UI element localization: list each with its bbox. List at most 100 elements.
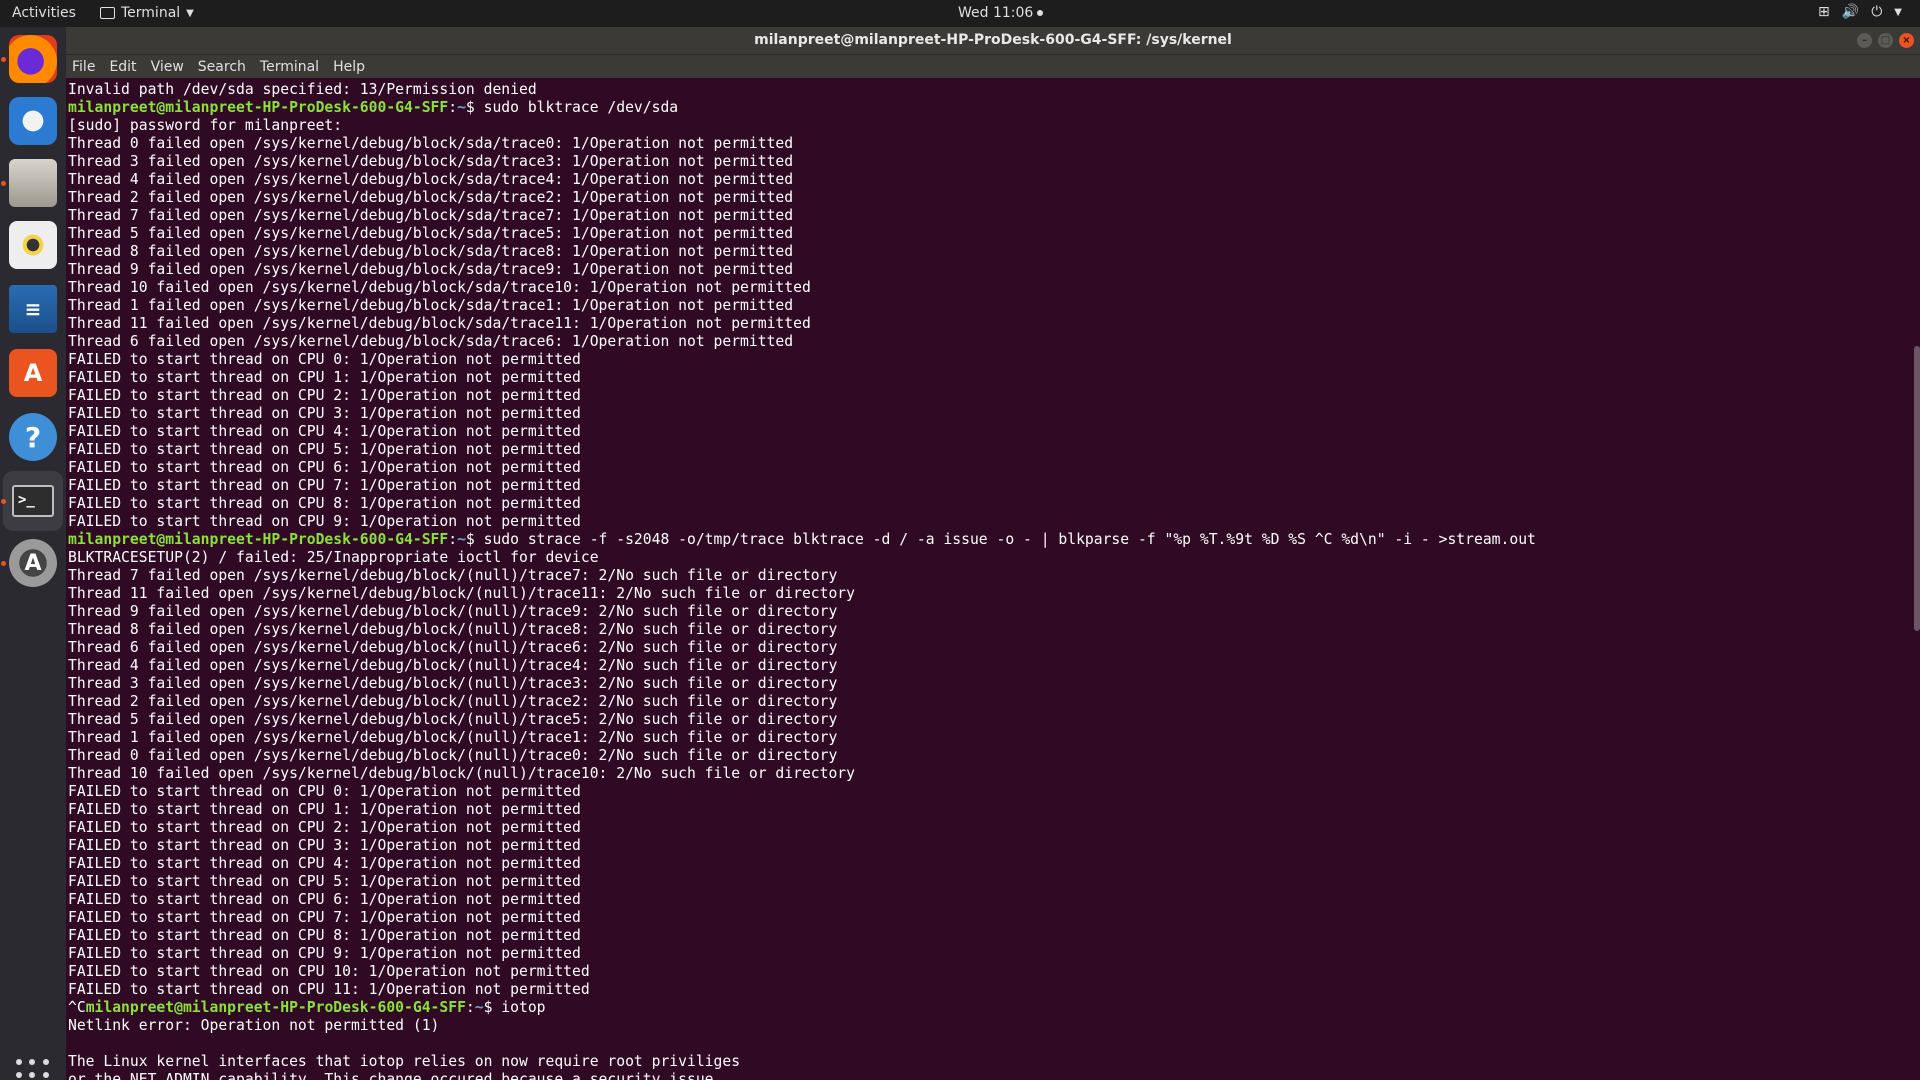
output-line: FAILED to start thread on CPU 6: 1/Opera… [68,891,581,908]
maximize-icon[interactable]: □ [1878,33,1893,48]
output-line: FAILED to start thread on CPU 1: 1/Opera… [68,369,581,386]
prompt-line: milanpreet@milanpreet-HP-ProDesk-600-G4-… [68,99,679,116]
system-tray[interactable]: ⊞ 🔊 ⏻ ▼ [1818,4,1902,20]
output-line: Thread 11 failed open /sys/kernel/debug/… [68,585,855,602]
running-indicator [1,57,6,62]
rhythmbox-icon[interactable] [9,221,57,269]
output-line: FAILED to start thread on CPU 6: 1/Opera… [68,459,581,476]
output-line: FAILED to start thread on CPU 7: 1/Opera… [68,477,581,494]
output-line: Thread 5 failed open /sys/kernel/debug/b… [68,225,794,242]
window-titlebar[interactable]: milanpreet@milanpreet-HP-ProDesk-600-G4-… [66,27,1920,55]
ubuntu-software-icon[interactable]: A [9,349,57,397]
output-line: FAILED to start thread on CPU 5: 1/Opera… [68,441,581,458]
output-line: Thread 2 failed open /sys/kernel/debug/b… [68,693,838,710]
close-icon[interactable]: × [1899,33,1914,48]
output-line: FAILED to start thread on CPU 8: 1/Opera… [68,927,581,944]
output-line: FAILED to start thread on CPU 8: 1/Opera… [68,495,581,512]
output-line: FAILED to start thread on CPU 0: 1/Opera… [68,783,581,800]
output-line: Thread 6 failed open /sys/kernel/debug/b… [68,333,794,350]
terminal-icon[interactable]: >_ [3,471,63,531]
output-line: Thread 11 failed open /sys/kernel/debug/… [68,315,811,332]
terminal-lines: Invalid path /dev/sda specified: 13/Perm… [68,81,1536,1080]
prompt-path: ~ [474,999,484,1016]
scrollbar[interactable] [1914,346,1920,631]
app-menu[interactable]: Terminal ▼ [100,5,194,21]
output-line: Thread 0 failed open /sys/kernel/debug/b… [68,135,794,152]
menu-terminal[interactable]: Terminal [260,59,319,75]
command-text: iotop [492,999,546,1016]
firefox-icon[interactable] [9,35,57,83]
running-indicator [1,181,6,186]
menu-bar: File Edit View Search Terminal Help [66,55,1920,78]
help-icon[interactable]: ? [9,413,57,461]
terminal-icon [100,7,115,19]
output-line: Invalid path /dev/sda specified: 13/Perm… [68,81,537,98]
prompt-path: ~ [457,99,466,116]
output-line: FAILED to start thread on CPU 0: 1/Opera… [68,351,581,368]
notification-dot-icon [1037,10,1044,16]
running-indicator [1,561,6,566]
clock-label: Wed 11:06 [958,5,1034,21]
output-line: FAILED to start thread on CPU 9: 1/Opera… [68,513,581,530]
output-line: or the NET_ADMIN capability. This change… [68,1071,714,1080]
output-line: Thread 3 failed open /sys/kernel/debug/b… [68,153,794,170]
volume-icon: 🔊 [1841,4,1860,20]
output-line: BLKTRACESETUP(2) / failed: 25/Inappropri… [68,549,599,566]
output-line: Thread 4 failed open /sys/kernel/debug/b… [68,171,794,188]
terminal-glyph: >_ [12,485,54,517]
output-line: FAILED to start thread on CPU 10: 1/Oper… [68,963,590,980]
minimize-icon[interactable]: – [1857,33,1872,48]
menu-help[interactable]: Help [333,59,365,75]
menu-file[interactable]: File [72,59,95,75]
chevron-down-icon: ▼ [186,7,194,19]
ctrl-c-echo: ^C [68,999,86,1016]
output-line: Thread 4 failed open /sys/kernel/debug/b… [68,657,838,674]
output-line: Thread 8 failed open /sys/kernel/debug/b… [68,243,794,260]
menu-view[interactable]: View [151,59,184,75]
output-line: FAILED to start thread on CPU 3: 1/Opera… [68,405,581,422]
dock: ≡ A ? >_ A [0,27,66,1080]
output-line: FAILED to start thread on CPU 4: 1/Opera… [68,855,581,872]
terminal-output[interactable]: Invalid path /dev/sda specified: 13/Perm… [66,78,1920,1080]
activities-button[interactable]: Activities [12,5,76,21]
files-icon[interactable] [9,159,57,207]
output-line: FAILED to start thread on CPU 11: 1/Oper… [68,981,590,998]
output-line: Netlink error: Operation not permitted (… [68,1017,440,1034]
output-line: The Linux kernel interfaces that iotop r… [68,1053,741,1070]
output-line: Thread 8 failed open /sys/kernel/debug/b… [68,621,838,638]
output-line: Thread 2 failed open /sys/kernel/debug/b… [68,189,794,206]
prompt-user-host: milanpreet@milanpreet-HP-ProDesk-600-G4-… [68,99,449,116]
clock[interactable]: Wed 11:06 [958,5,1044,21]
output-line: Thread 7 failed open /sys/kernel/debug/b… [68,207,794,224]
output-line: Thread 5 failed open /sys/kernel/debug/b… [68,711,838,728]
menu-edit[interactable]: Edit [109,59,136,75]
top-bar: Activities Terminal ▼ Wed 11:06 ⊞ 🔊 ⏻ ▼ [0,0,1920,27]
output-line: FAILED to start thread on CPU 1: 1/Opera… [68,801,581,818]
output-line: Thread 9 failed open /sys/kernel/debug/b… [68,603,838,620]
network-icon: ⊞ [1818,4,1830,20]
prompt-line: ^Cmilanpreet@milanpreet-HP-ProDesk-600-G… [68,999,546,1016]
prompt-user-host: milanpreet@milanpreet-HP-ProDesk-600-G4-… [85,999,466,1016]
menu-search[interactable]: Search [198,59,246,75]
output-line: Thread 0 failed open /sys/kernel/debug/b… [68,747,838,764]
output-line: Thread 6 failed open /sys/kernel/debug/b… [68,639,838,656]
prompt-path: ~ [457,531,466,548]
output-line: FAILED to start thread on CPU 3: 1/Opera… [68,837,581,854]
show-applications-icon[interactable] [16,1059,50,1080]
output-line: Thread 9 failed open /sys/kernel/debug/b… [68,261,794,278]
output-line: Thread 3 failed open /sys/kernel/debug/b… [68,675,838,692]
software-updater-icon[interactable]: A [9,539,57,587]
chevron-down-icon: ▼ [1894,6,1902,18]
output-line: FAILED to start thread on CPU 7: 1/Opera… [68,909,581,926]
output-line: FAILED to start thread on CPU 9: 1/Opera… [68,945,581,962]
running-indicator [1,499,6,504]
output-line: FAILED to start thread on CPU 5: 1/Opera… [68,873,581,890]
output-line: Thread 1 failed open /sys/kernel/debug/b… [68,729,838,746]
prompt-line: milanpreet@milanpreet-HP-ProDesk-600-G4-… [68,531,1536,548]
libreoffice-writer-icon[interactable]: ≡ [9,285,57,333]
power-icon: ⏻ [1871,4,1883,20]
thunderbird-icon[interactable] [9,97,57,145]
output-line: FAILED to start thread on CPU 2: 1/Opera… [68,387,581,404]
output-line: Thread 1 failed open /sys/kernel/debug/b… [68,297,794,314]
